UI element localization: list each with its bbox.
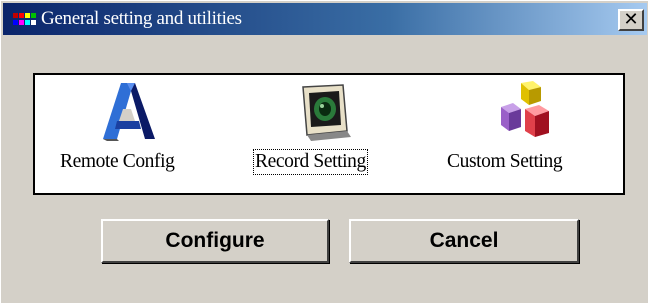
record-setting-icon [295, 81, 355, 143]
cancel-button[interactable]: Cancel [349, 219, 579, 263]
remote-config-icon [97, 81, 157, 143]
custom-setting-tool[interactable]: Custom Setting [427, 75, 623, 193]
remote-config-tool[interactable]: Remote Config [35, 75, 225, 193]
record-setting-tool[interactable]: Record Setting [235, 75, 425, 193]
record-setting-label: Record Setting [253, 149, 368, 175]
remote-config-label: Remote Config [60, 151, 175, 172]
utilities-panel: Remote Config Record Setting Custom Sett… [33, 73, 625, 195]
configure-button[interactable]: Configure [101, 219, 329, 263]
close-button[interactable]: ✕ [618, 9, 644, 31]
title-bar[interactable]: General setting and utilities ✕ [3, 3, 647, 35]
custom-setting-label: Custom Setting [447, 151, 563, 172]
app-icon [13, 13, 37, 26]
dialog-window: General setting and utilities ✕ Remote C… [0, 0, 648, 303]
window-title: General setting and utilities [41, 8, 242, 29]
custom-setting-icon [495, 81, 555, 143]
